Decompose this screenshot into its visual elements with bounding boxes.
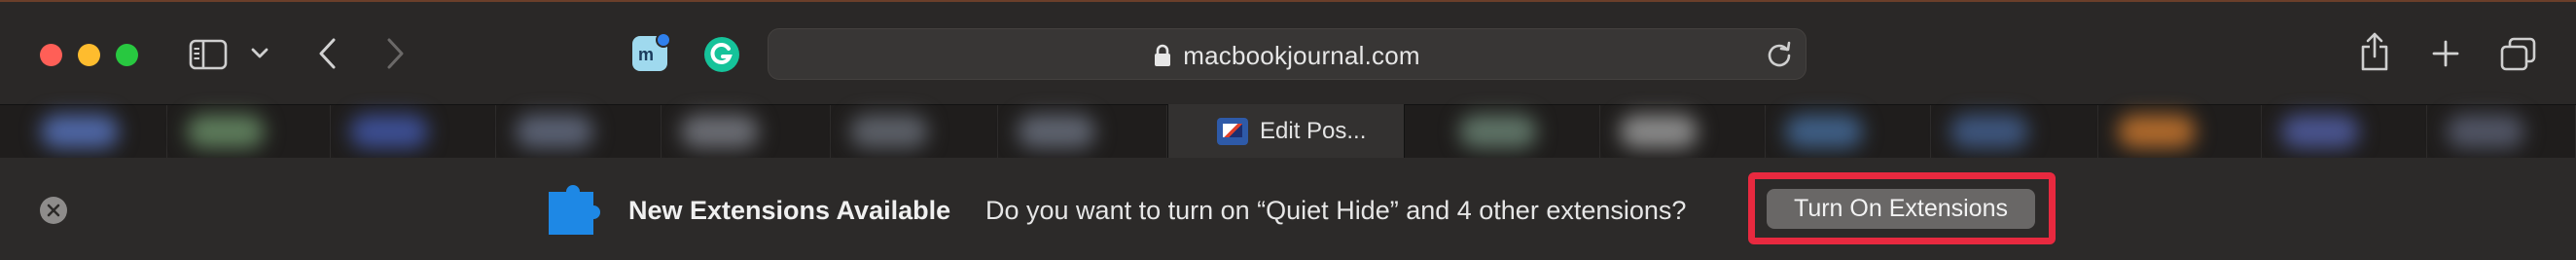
banner-title: New Extensions Available [628,196,951,225]
tab-item[interactable] [998,105,1167,159]
share-icon[interactable] [2360,31,2389,72]
minimize-window-button[interactable] [78,44,100,66]
extension-mk-icon[interactable]: m [630,32,671,73]
svg-text:m: m [638,45,654,64]
close-banner-button[interactable] [40,197,67,224]
reload-icon[interactable] [1766,41,1793,68]
tab-item[interactable] [831,105,998,159]
tab-item[interactable] [331,105,496,159]
address-bar[interactable]: macbookjournal.com [768,28,1807,80]
tab-active-label: Edit Pos... [1260,118,1367,144]
tab-favicon-icon [1217,118,1248,145]
tab-item[interactable] [1440,105,1600,159]
tab-item[interactable] [2427,105,2576,159]
tab-item[interactable] [21,105,167,159]
banner-message: Do you want to turn on “Quiet Hide” and … [985,196,1687,225]
tab-item[interactable] [662,105,831,159]
zoom-window-button[interactable] [116,44,138,66]
address-text: macbookjournal.com [1183,41,1420,70]
tab-active[interactable]: Edit Pos... [1167,104,1405,158]
tab-item[interactable] [2262,105,2427,159]
tab-item[interactable] [496,105,662,159]
grammarly-icon[interactable] [702,35,741,74]
turn-on-extensions-button[interactable]: Turn On Extensions [1767,189,2035,229]
tab-item[interactable] [1600,105,1766,159]
chevron-left-icon[interactable] [316,37,338,70]
tab-overview-icon[interactable] [2500,37,2537,72]
chevron-right-icon[interactable] [385,37,407,70]
chevron-down-icon[interactable] [251,47,268,60]
tab-item[interactable] [167,105,331,159]
browser-toolbar: m macbookjournal.com [0,0,2576,104]
tab-item[interactable] [1931,105,2098,159]
lock-icon [1154,44,1171,74]
sidebar-icon[interactable] [189,39,228,70]
tab-item[interactable] [1766,105,1931,159]
close-window-button[interactable] [40,44,62,66]
plus-icon[interactable] [2431,39,2460,68]
tab-item[interactable] [2098,105,2262,159]
close-icon [47,204,60,217]
puzzle-piece-icon [545,184,605,243]
